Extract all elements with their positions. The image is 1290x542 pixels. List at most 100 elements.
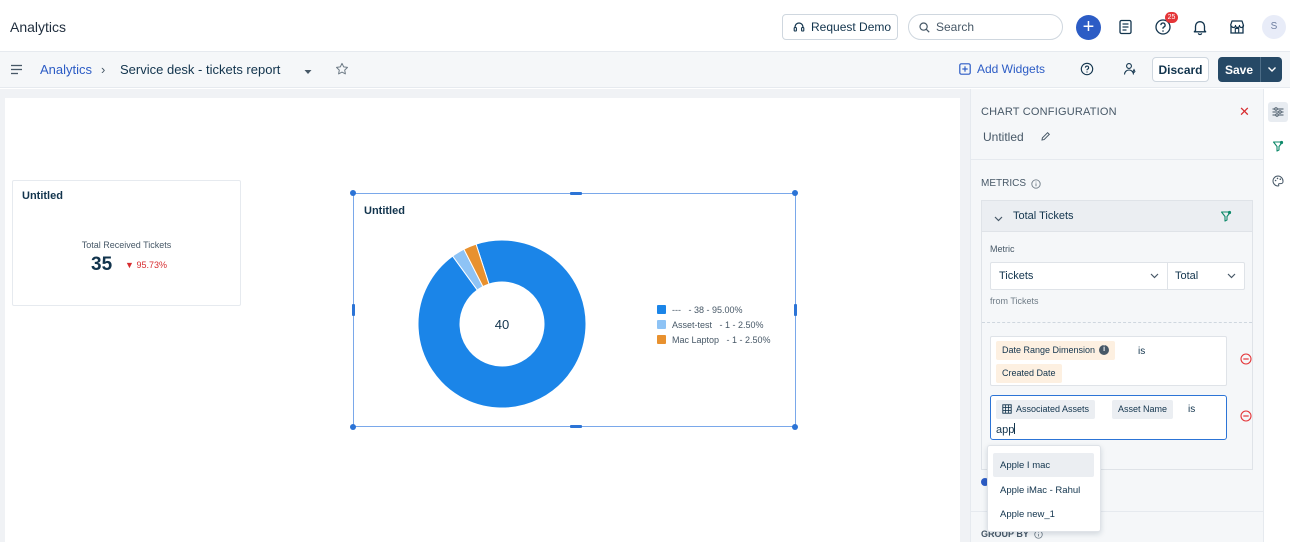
text-caret	[1014, 423, 1016, 434]
remove-condition-icon[interactable]	[1240, 410, 1252, 425]
kpi-value: 35	[91, 254, 113, 275]
hamburger-menu-icon[interactable]	[10, 64, 23, 78]
report-help-icon[interactable]	[1080, 62, 1094, 79]
search-icon	[919, 21, 930, 33]
filter-funnel-icon[interactable]	[1220, 210, 1232, 225]
chevron-down-icon	[1150, 273, 1159, 279]
condition-value-typed: app	[996, 424, 1015, 436]
donut-center-label: 40	[495, 317, 509, 332]
legend-swatch	[657, 335, 666, 344]
add-widgets-label: Add Widgets	[977, 62, 1046, 76]
tickets-icon[interactable]	[1115, 16, 1137, 38]
request-demo-label: Request Demo	[811, 20, 892, 34]
metric-select[interactable]: Tickets	[990, 262, 1168, 290]
suggestion-item[interactable]: Apple I mac	[993, 453, 1094, 477]
kpi-change-value: 95.73%	[136, 260, 167, 270]
divider	[971, 159, 1264, 160]
search-input[interactable]: Search	[908, 14, 1063, 40]
discard-button[interactable]: Discard	[1152, 57, 1209, 82]
dimension-tag-label: Date Range Dimension	[1002, 345, 1096, 355]
chart-name: Untitled	[983, 130, 1024, 144]
user-avatar[interactable]: S	[1262, 15, 1286, 39]
breadcrumb-separator: ›	[101, 62, 106, 77]
legend-item[interactable]: --- - 38 - 95.00%	[657, 302, 771, 317]
info-icon[interactable]: i	[1099, 345, 1110, 355]
close-icon[interactable]: ✕	[1239, 104, 1250, 120]
breadcrumb-analytics-link[interactable]: Analytics	[40, 62, 92, 77]
metric-select-value: Tickets	[999, 270, 1034, 282]
favorite-star-icon[interactable]	[335, 62, 349, 79]
notification-count-badge: 25	[1165, 12, 1178, 23]
add-square-icon	[959, 63, 971, 75]
legend-item[interactable]: Mac Laptop - 1 - 2.50%	[657, 332, 771, 347]
value-tag[interactable]: Created Date	[996, 364, 1062, 383]
metrics-section-label: METRICS	[981, 178, 1041, 189]
search-placeholder: Search	[936, 20, 975, 34]
resize-handle-top-right[interactable]	[792, 190, 798, 196]
entity-tag: Associated Assets	[996, 400, 1096, 419]
headset-icon	[793, 22, 805, 32]
resize-handle-bottom[interactable]	[570, 425, 582, 428]
dimension-tag: Date Range Dimension i	[996, 341, 1116, 360]
info-icon[interactable]	[1031, 178, 1041, 189]
bell-icon[interactable]	[1189, 16, 1211, 38]
suggestion-item[interactable]: Apple new_1	[993, 502, 1094, 526]
report-menu-caret-icon[interactable]	[303, 65, 313, 79]
resize-handle-bottom-right[interactable]	[792, 424, 798, 430]
kpi-change: ▼ 95.73%	[125, 260, 167, 270]
kpi-widget[interactable]: Untitled Total Received Tickets 35 ▼ 95.…	[12, 180, 241, 306]
condition-value-input[interactable]: app	[996, 423, 1016, 436]
right-rail	[1263, 89, 1290, 542]
top-bar: Analytics Request Demo Search + 25 S	[0, 0, 1290, 52]
legend-swatch	[657, 320, 666, 329]
save-button[interactable]: Save	[1218, 57, 1282, 82]
legend-label: Asset-test - 1 - 2.50%	[672, 319, 764, 330]
config-heading: CHART CONFIGURATION	[981, 106, 1117, 118]
donut-chart: 40	[417, 239, 587, 409]
legend-item[interactable]: Asset-test - 1 - 2.50%	[657, 317, 771, 332]
resize-handle-bottom-left[interactable]	[350, 424, 356, 430]
chevron-down-icon	[1227, 273, 1236, 279]
metric-source-label: from Tickets	[990, 296, 1039, 306]
report-toolbar: Analytics › Service desk - tickets repor…	[0, 52, 1290, 88]
add-widgets-button[interactable]: Add Widgets	[959, 62, 1045, 76]
metric-card: Total Tickets Metric Tickets Total from …	[981, 200, 1253, 470]
save-options-chevron-icon[interactable]	[1261, 66, 1282, 73]
remove-condition-icon[interactable]	[1240, 353, 1252, 368]
app-title: Analytics	[10, 19, 67, 35]
dashed-divider	[982, 322, 1252, 323]
request-demo-button[interactable]: Request Demo	[782, 14, 898, 40]
create-new-button[interactable]: +	[1076, 15, 1101, 40]
filter-funnel-icon[interactable]	[1268, 136, 1288, 156]
kpi-label: Total Received Tickets	[81, 240, 172, 250]
filter-condition-associated-assets[interactable]: Associated Assets Asset Name is app	[990, 395, 1227, 440]
metric-name: Total Tickets	[1013, 210, 1074, 222]
grid-table-icon	[1002, 404, 1012, 414]
share-users-icon[interactable]	[1123, 62, 1137, 79]
suggestion-item[interactable]: Apple iMac - Rahul	[993, 478, 1094, 502]
legend-label: --- - 38 - 95.00%	[672, 304, 743, 315]
settings-sliders-icon[interactable]	[1268, 102, 1288, 122]
condition-operator: is	[1138, 346, 1146, 357]
aggregate-select[interactable]: Total	[1167, 262, 1245, 290]
report-title: Service desk - tickets report	[120, 62, 281, 77]
resize-handle-left[interactable]	[352, 304, 355, 316]
filter-condition-date-range[interactable]: Date Range Dimension i is Created Date	[990, 336, 1227, 386]
chart-widget-title: Untitled	[364, 205, 405, 217]
donut-chart-widget[interactable]: Untitled 40 --- - 38 - 95.00% Asset-test …	[353, 193, 796, 427]
metric-field-label: Metric	[990, 244, 1015, 254]
down-triangle-icon: ▼	[125, 260, 134, 270]
resize-handle-top-left[interactable]	[350, 190, 356, 196]
resize-handle-right[interactable]	[794, 304, 797, 316]
suggestions-dropdown: Apple I mac Apple iMac - Rahul Apple new…	[987, 445, 1101, 532]
legend-label: Mac Laptop - 1 - 2.50%	[672, 334, 771, 345]
store-icon[interactable]	[1226, 16, 1248, 38]
field-tag: Asset Name	[1112, 400, 1174, 419]
pencil-icon[interactable]	[1040, 131, 1051, 145]
palette-icon[interactable]	[1268, 171, 1288, 191]
chevron-down-icon[interactable]	[994, 211, 1003, 225]
resize-handle-top[interactable]	[570, 192, 582, 195]
save-label: Save	[1224, 62, 1254, 77]
metric-header[interactable]: Total Tickets	[982, 201, 1252, 232]
entity-tag-label: Associated Assets	[1016, 404, 1090, 414]
